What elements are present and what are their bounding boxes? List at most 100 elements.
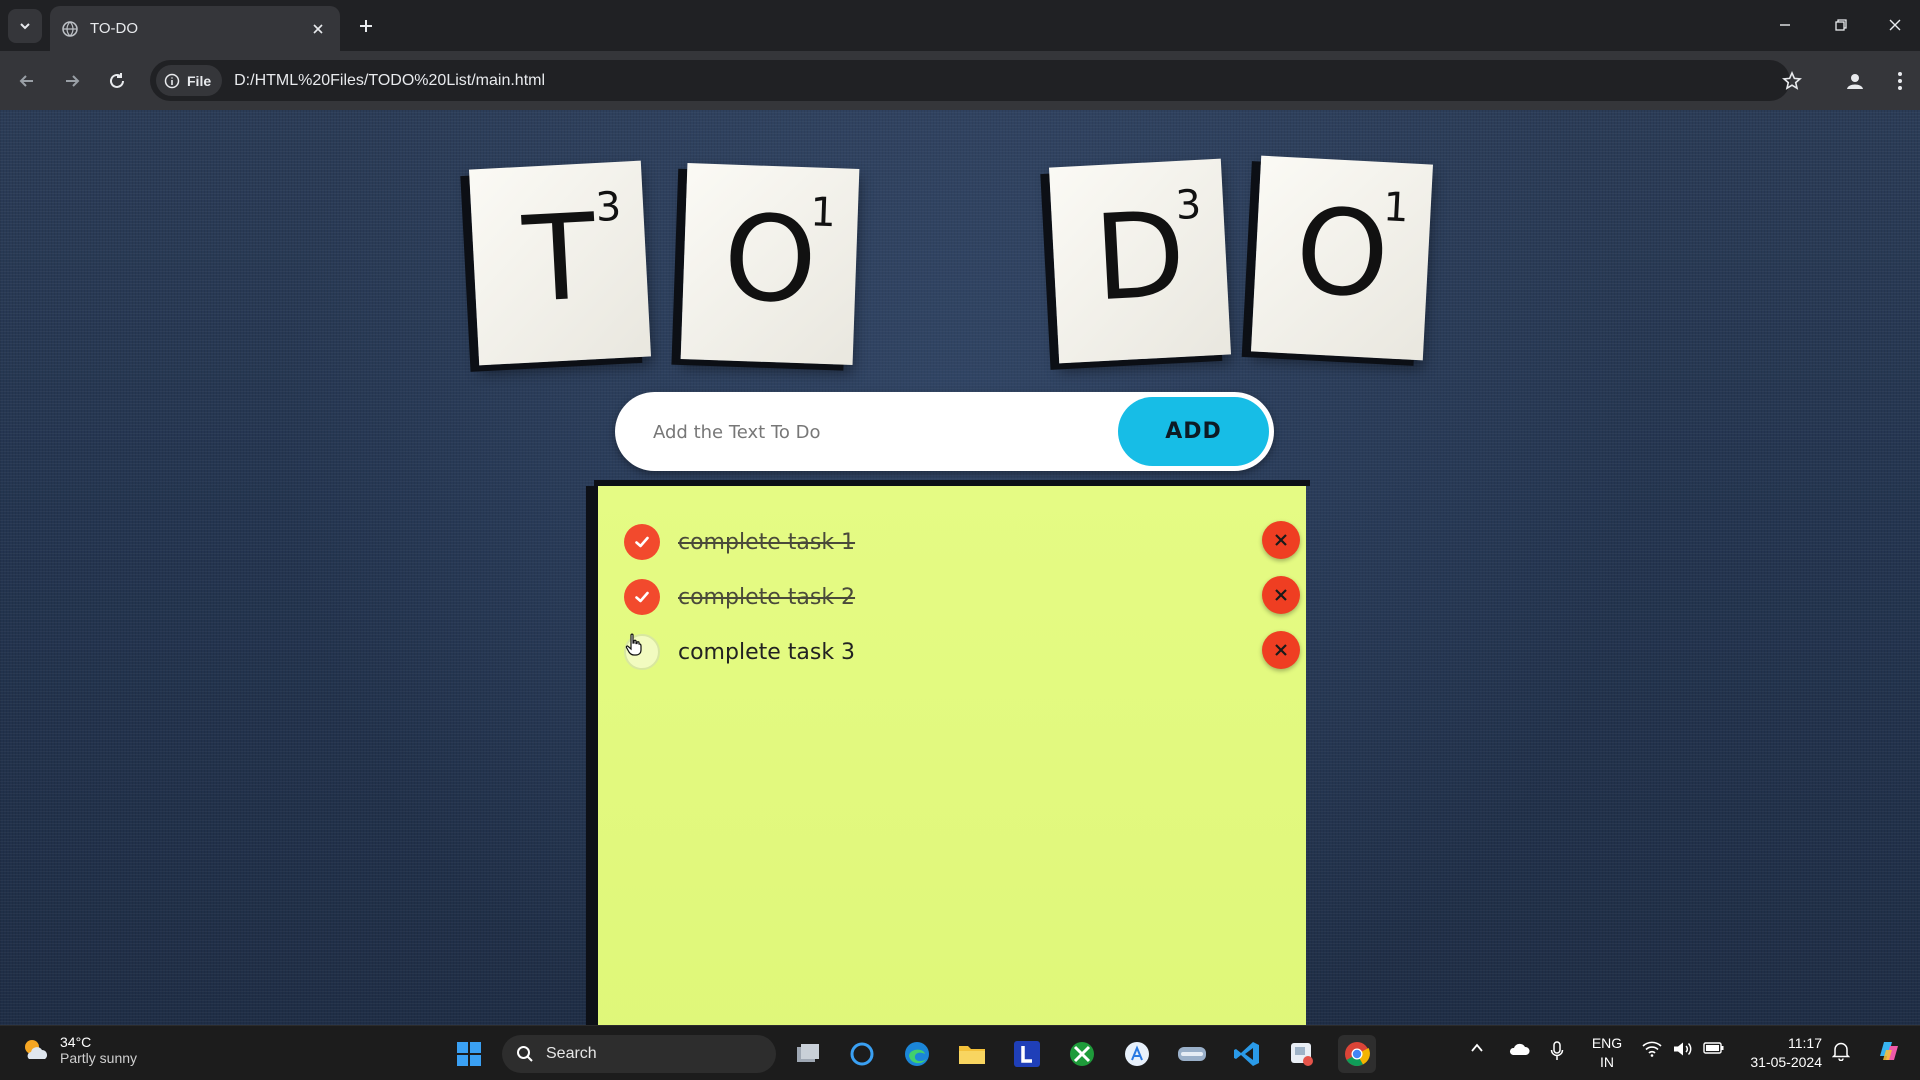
add-task-bar: ADD [615,392,1274,471]
task-list: complete task 1 complete task 2 complete… [594,480,1310,1025]
tile-score: 1 [809,189,837,237]
system-clock[interactable]: 11:17 31-05-2024 [1742,1034,1822,1072]
tile-letter: T [520,187,600,329]
tile-score: 3 [594,183,623,232]
l-app[interactable] [1008,1035,1046,1073]
search-label: Search [546,1045,597,1062]
delete-task-button[interactable] [1262,631,1300,669]
edge-app[interactable] [898,1035,936,1073]
copilot-button[interactable] [1874,1036,1904,1069]
task-item[interactable]: complete task 2 [624,576,1300,616]
chrome-app[interactable] [1338,1035,1376,1073]
close-icon [1275,589,1287,601]
battery-icon [1703,1042,1724,1054]
site-info-chip[interactable]: File [156,65,223,96]
xbox-icon [1070,1042,1094,1066]
weather-widget[interactable]: 34°C Partly sunny [20,1034,137,1066]
forward-button[interactable] [55,64,89,98]
restore-button[interactable] [1816,8,1866,42]
notifications-button[interactable] [1831,1041,1851,1064]
tile-score: 1 [1382,184,1410,232]
vscode-app[interactable] [1228,1035,1266,1073]
tab-todo[interactable]: TO-DO [50,6,340,51]
store-app[interactable] [1118,1035,1156,1073]
show-hidden-icons-button[interactable] [1470,1041,1484,1058]
address-bar[interactable]: File D:/HTML%20Files/TODO%20List/main.ht… [150,60,1790,101]
snipping-tool-icon [1291,1043,1313,1066]
close-icon [1275,534,1287,546]
file-explorer-app[interactable] [953,1035,991,1073]
browser-toolbar: File D:/HTML%20Files/TODO%20List/main.ht… [0,51,1920,110]
tile-score: 3 [1174,181,1203,230]
snipping-app[interactable] [1283,1035,1321,1073]
close-icon [1275,644,1287,656]
reload-icon [110,73,124,88]
xbox-app[interactable] [1063,1035,1101,1073]
hand-cursor-icon [625,633,642,656]
lang-line2: IN [1600,1054,1614,1070]
cortana-ring-icon [850,1042,874,1066]
tile-letter: D [1090,184,1189,328]
delete-task-button[interactable] [1262,576,1300,614]
window-close-button[interactable] [1870,8,1920,42]
search-icon [517,1046,533,1062]
onedrive-tray[interactable] [1508,1041,1530,1060]
drive-icon [1178,1047,1206,1061]
minimize-icon [1780,24,1790,26]
url-text: D:/HTML%20Files/TODO%20List/main.html [234,71,546,89]
language-indicator[interactable]: ENG IN [1590,1034,1624,1072]
star-icon [1782,71,1802,90]
task-item[interactable]: complete task 1 [624,521,1300,561]
taskbar-search[interactable]: Search [502,1035,776,1073]
wifi-tray[interactable] [1642,1041,1662,1060]
info-icon [164,73,180,88]
chevron-up-icon [1471,1043,1483,1052]
check-icon [635,591,649,603]
back-button[interactable] [10,64,44,98]
weather-temp: 34°C [60,1034,92,1050]
microphone-tray[interactable] [1550,1041,1564,1064]
reload-button[interactable] [100,64,134,98]
task-view-icon [797,1044,819,1062]
task-done-checkbox[interactable] [624,579,660,615]
volume-tray[interactable] [1673,1041,1693,1060]
task-item[interactable]: complete task 3 [624,631,1300,671]
minimize-button[interactable] [1760,8,1810,42]
start-button[interactable] [450,1035,488,1073]
task-text: complete task 1 [678,529,856,555]
tab-search-button[interactable] [8,9,42,43]
delete-task-button[interactable] [1262,521,1300,559]
task-input[interactable] [653,412,1103,452]
add-button[interactable]: ADD [1118,397,1269,466]
l-app-icon [1014,1041,1040,1067]
vscode-icon [1234,1042,1259,1066]
partly-sunny-icon [25,1040,47,1059]
weather-condition: Partly sunny [60,1050,138,1066]
tab-title: TO-DO [90,20,139,37]
task-text: complete task 2 [678,584,856,610]
profile-button[interactable] [1838,64,1872,98]
cloud-icon [1509,1043,1530,1055]
task-view-button[interactable] [789,1035,827,1073]
speaker-icon [1674,1042,1692,1056]
bookmark-button[interactable] [1775,64,1809,98]
drive-app[interactable] [1173,1035,1211,1073]
edge-icon [905,1042,929,1066]
app-store-icon [1125,1042,1149,1066]
title-tile-d: D 3 [1048,158,1232,364]
new-tab-button[interactable] [354,14,378,38]
copilot-icon [1880,1042,1898,1060]
battery-tray[interactable] [1703,1041,1725,1058]
folder-icon [959,1046,985,1064]
title-tile-o2: O 1 [1250,155,1434,361]
wifi-icon [1642,1041,1662,1057]
browser-tab-strip: TO-DO [0,0,1920,51]
task-done-checkbox[interactable] [624,524,660,560]
tab-close-button[interactable] [308,19,328,39]
menu-button[interactable] [1883,64,1917,98]
profile-icon [1847,74,1863,89]
lang-line1: ENG [1591,1035,1623,1051]
windows-logo-icon [457,1042,481,1066]
cortana-button[interactable] [843,1035,881,1073]
taskbar: 34°C Partly sunny Search ENG IN 11:17 31… [0,1025,1920,1080]
